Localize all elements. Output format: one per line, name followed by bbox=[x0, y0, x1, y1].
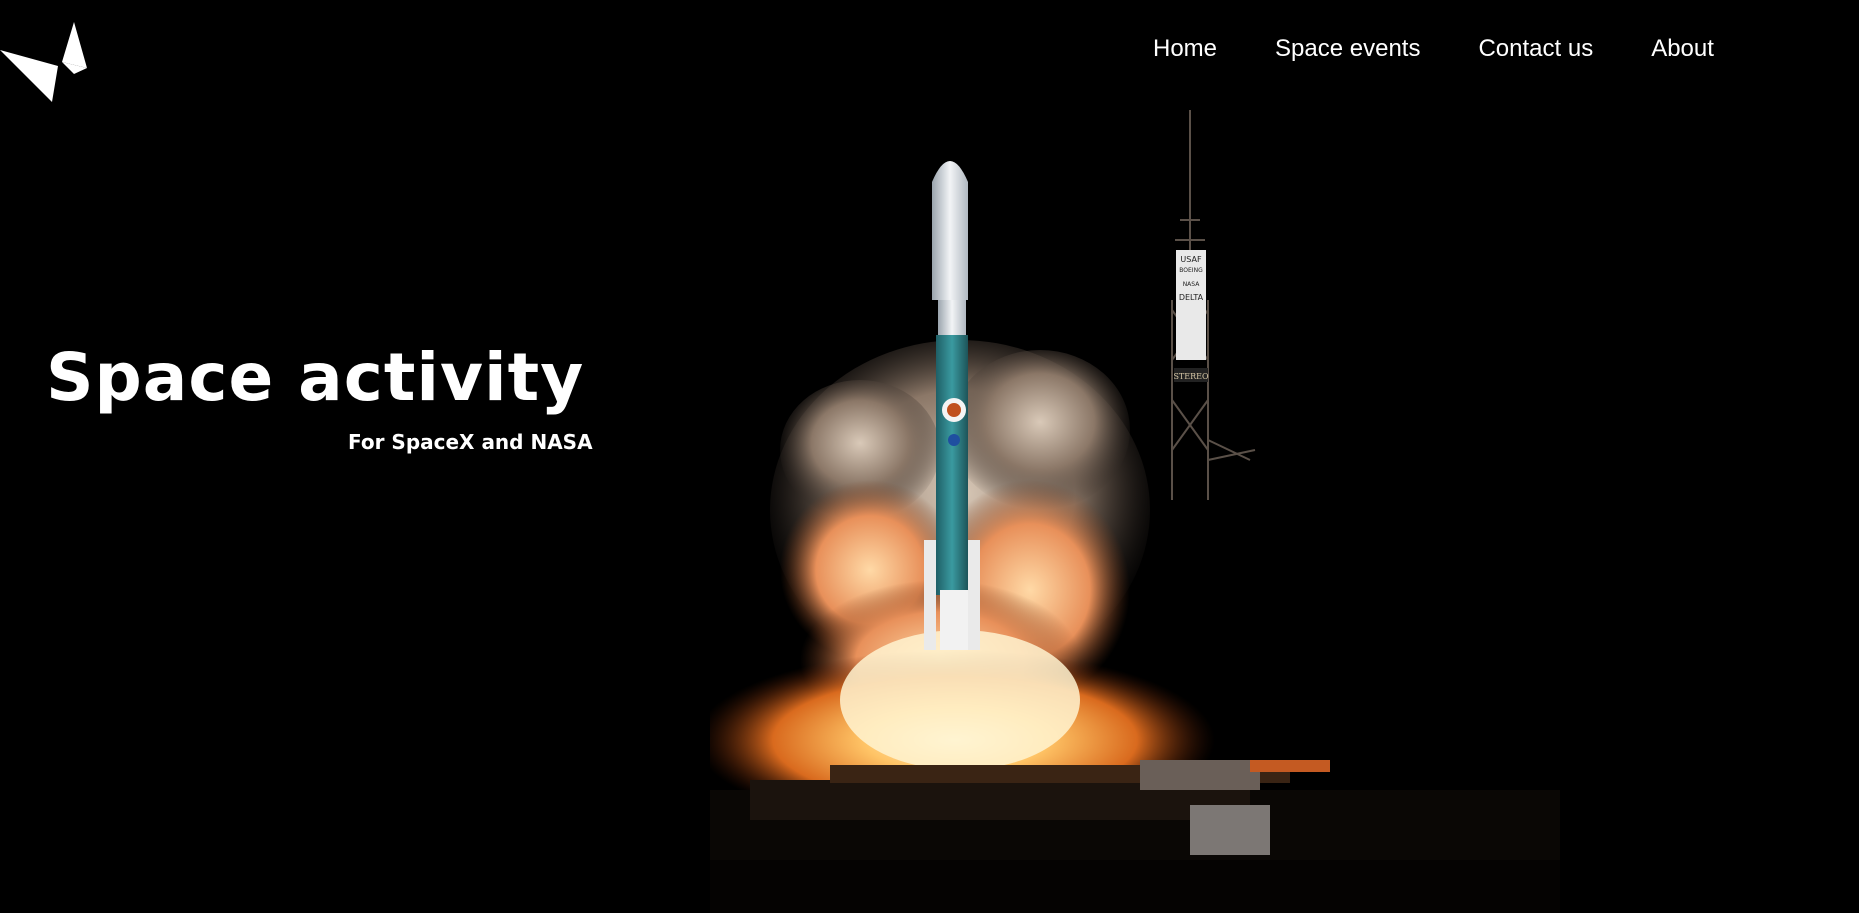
nav-home-link[interactable]: Home bbox=[1153, 35, 1217, 63]
svg-text:DELTA: DELTA bbox=[1179, 293, 1204, 302]
nav-about-link[interactable]: About bbox=[1651, 35, 1714, 63]
nav-contact-us-link[interactable]: Contact us bbox=[1478, 35, 1593, 63]
page: Home Space events Contact us About Space… bbox=[0, 0, 1859, 913]
main-nav: Home Space events Contact us About bbox=[1153, 35, 1714, 63]
svg-text:BOEING: BOEING bbox=[1179, 267, 1203, 274]
svg-text:USAF: USAF bbox=[1180, 255, 1202, 264]
nav-space-events-link[interactable]: Space events bbox=[1275, 35, 1420, 63]
hero-title: Space activity bbox=[46, 339, 585, 416]
hero-subtitle: For SpaceX and NASA bbox=[348, 430, 593, 454]
svg-text:NASA: NASA bbox=[1183, 281, 1201, 288]
logo-icon[interactable] bbox=[0, 22, 90, 104]
svg-text:STEREO: STEREO bbox=[1173, 372, 1209, 381]
rocket-launch-image: USAF BOEING NASA DELTA STEREO bbox=[710, 110, 1560, 913]
launch-pad bbox=[710, 760, 1560, 913]
